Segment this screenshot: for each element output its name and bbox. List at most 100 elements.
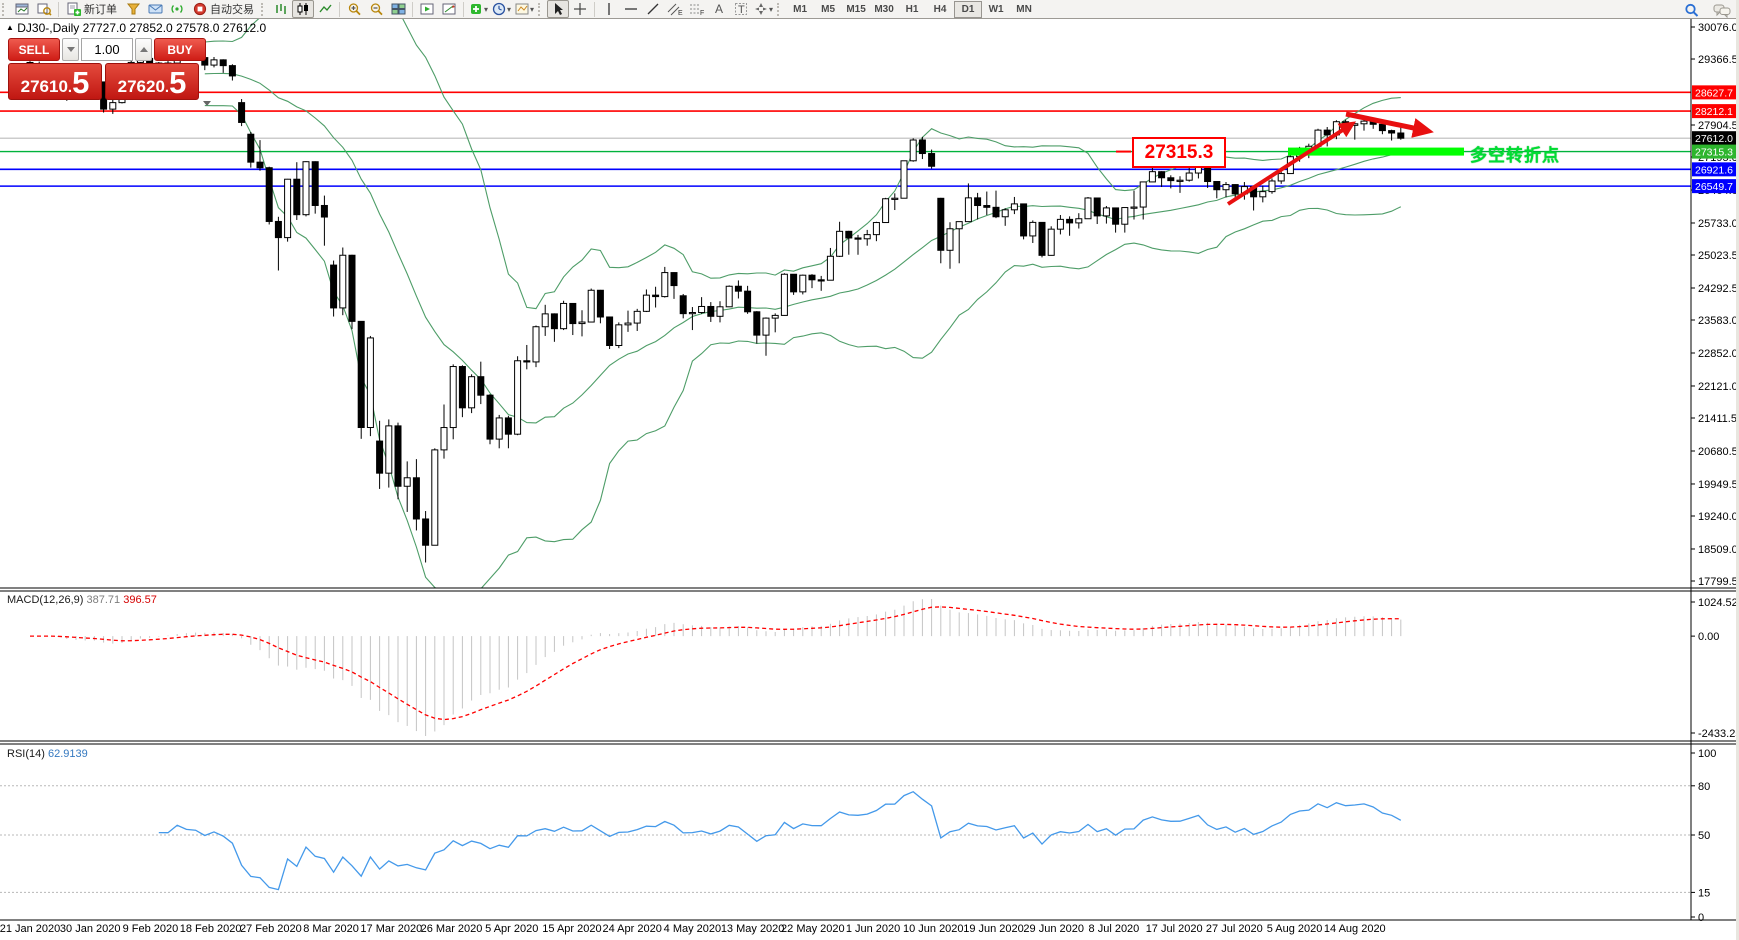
- signals-icon[interactable]: [166, 0, 188, 18]
- horizontal-line-tool-icon[interactable]: [620, 0, 642, 18]
- add-indicator-icon[interactable]: ▾: [467, 0, 490, 18]
- svg-text:22852.0: 22852.0: [1698, 348, 1738, 360]
- toolbar: 新订单 自动交易 ▾ ▾ ▾ E F A T ▾: [0, 0, 1739, 19]
- buy-price-main: 27620: [118, 76, 165, 97]
- history-center-icon[interactable]: [122, 0, 144, 18]
- auto-trading-label: 自动交易: [210, 1, 254, 17]
- chat-icon[interactable]: [1711, 1, 1733, 19]
- macd-label: MACD(12,26,9) 387.71 396.57: [7, 594, 157, 606]
- svg-text:25733.0: 25733.0: [1698, 218, 1738, 230]
- macd-name: MACD(12,26,9): [7, 594, 83, 606]
- svg-text:26 Mar 2020: 26 Mar 2020: [421, 923, 483, 935]
- timeframe-m30-button[interactable]: M30: [870, 1, 898, 18]
- search-icon[interactable]: [1681, 1, 1703, 19]
- svg-text:E: E: [678, 10, 683, 16]
- svg-text:100: 100: [1698, 748, 1716, 760]
- svg-text:19240.0: 19240.0: [1698, 511, 1738, 523]
- timeframe-d1-button[interactable]: D1: [954, 1, 982, 18]
- svg-text:18509.0: 18509.0: [1698, 544, 1738, 556]
- buy-price-display[interactable]: 27620.5: [105, 63, 199, 100]
- macd-signal-value: 396.57: [123, 594, 157, 606]
- one-click-trading-panel: SELL BUY 27610.5 27620.5: [8, 38, 199, 100]
- svg-text:-2433.25: -2433.25: [1698, 728, 1739, 740]
- timeframe-m5-button[interactable]: M5: [814, 1, 842, 18]
- svg-text:22121.0: 22121.0: [1698, 381, 1738, 393]
- triangle-up-icon: [140, 47, 148, 52]
- text-label-tool-icon[interactable]: T: [730, 0, 752, 18]
- application-window: 30076.029366.527904.527195.026464.025733…: [0, 0, 1739, 940]
- svg-text:25023.5: 25023.5: [1698, 250, 1738, 262]
- vertical-line-tool-icon[interactable]: [598, 0, 620, 18]
- svg-text:24292.5: 24292.5: [1698, 283, 1738, 295]
- fibonacci-tool-icon[interactable]: F: [686, 0, 708, 18]
- timeframe-h1-button[interactable]: H1: [898, 1, 926, 18]
- svg-text:30076.0: 30076.0: [1698, 22, 1738, 34]
- svg-text:0: 0: [1698, 912, 1704, 924]
- svg-text:20680.5: 20680.5: [1698, 446, 1738, 458]
- rsi-value: 62.9139: [48, 748, 88, 760]
- svg-text:A: A: [715, 2, 723, 16]
- volume-decrease-button[interactable]: [62, 38, 79, 61]
- svg-text:29366.5: 29366.5: [1698, 54, 1738, 66]
- panel-collapse-icon[interactable]: [203, 101, 211, 106]
- new-chart-icon[interactable]: [11, 0, 33, 18]
- chevron-down-icon: ▾: [484, 5, 488, 14]
- chevron-down-icon: ▾: [530, 5, 534, 14]
- macd-main-value: 387.71: [86, 594, 120, 606]
- equidistant-channel-tool-icon[interactable]: E: [664, 0, 686, 18]
- svg-text:18 Feb 2020: 18 Feb 2020: [180, 923, 242, 935]
- chart-profiles-icon[interactable]: [33, 0, 55, 18]
- sell-button[interactable]: SELL: [8, 38, 60, 61]
- volume-input[interactable]: [81, 38, 133, 61]
- rsi-label: RSI(14) 62.9139: [7, 748, 88, 760]
- svg-text:29 Jun 2020: 29 Jun 2020: [1023, 923, 1084, 935]
- svg-text:28212.1: 28212.1: [1695, 106, 1733, 118]
- zoom-out-icon[interactable]: [365, 0, 387, 18]
- svg-text:50: 50: [1698, 830, 1710, 842]
- bar-chart-type-icon[interactable]: [270, 0, 292, 18]
- chevron-down-icon: ▾: [507, 5, 511, 14]
- svg-text:10 Jun 2020: 10 Jun 2020: [903, 923, 964, 935]
- new-order-button[interactable]: 新订单: [62, 0, 122, 18]
- svg-text:1 Jun 2020: 1 Jun 2020: [846, 923, 900, 935]
- toolbar-grip[interactable]: [2, 3, 7, 16]
- trendline-tool-icon[interactable]: [642, 0, 664, 18]
- template-icon[interactable]: ▾: [513, 0, 536, 18]
- timeframe-m15-button[interactable]: M15: [842, 1, 870, 18]
- candlestick-chart-type-icon[interactable]: [292, 0, 314, 18]
- triangle-down-icon: [67, 47, 75, 52]
- new-order-label: 新订单: [84, 1, 117, 17]
- volume-increase-button[interactable]: [135, 38, 152, 61]
- sell-price-main: 27610: [21, 76, 68, 97]
- pivot-point-annotation: 多空转折点: [1470, 141, 1560, 166]
- chevron-down-icon: ▾: [769, 5, 773, 14]
- timeframe-h4-button[interactable]: H4: [926, 1, 954, 18]
- svg-text:26921.6: 26921.6: [1695, 164, 1733, 176]
- svg-text:19 Jun 2020: 19 Jun 2020: [963, 923, 1024, 935]
- tester-visual-icon[interactable]: [438, 0, 460, 18]
- zoom-in-icon[interactable]: [343, 0, 365, 18]
- svg-text:15: 15: [1698, 887, 1710, 899]
- svg-text:8 Jul 2020: 8 Jul 2020: [1089, 923, 1140, 935]
- svg-text:27904.5: 27904.5: [1698, 120, 1738, 132]
- cursor-tool-icon[interactable]: [547, 0, 569, 18]
- svg-text:13 May 2020: 13 May 2020: [721, 923, 785, 935]
- svg-text:14 Aug 2020: 14 Aug 2020: [1324, 923, 1386, 935]
- tile-windows-icon[interactable]: [387, 0, 409, 18]
- svg-text:17 Jul 2020: 17 Jul 2020: [1146, 923, 1203, 935]
- timeframe-m1-button[interactable]: M1: [786, 1, 814, 18]
- strategy-tester-icon[interactable]: [416, 0, 438, 18]
- arrows-tool-icon[interactable]: ▾: [752, 0, 775, 18]
- text-tool-icon[interactable]: A: [708, 0, 730, 18]
- auto-trading-button[interactable]: 自动交易: [188, 0, 259, 18]
- sell-price-display[interactable]: 27610.5: [8, 63, 102, 100]
- crosshair-tool-icon[interactable]: [569, 0, 591, 18]
- timeframe-mn-button[interactable]: MN: [1010, 1, 1038, 18]
- symbol-marker-icon: ▲: [6, 23, 14, 32]
- line-chart-type-icon[interactable]: [314, 0, 336, 18]
- period-selector-icon[interactable]: ▾: [490, 0, 513, 18]
- timeframe-w1-button[interactable]: W1: [982, 1, 1010, 18]
- svg-text:5 Aug 2020: 5 Aug 2020: [1267, 923, 1323, 935]
- mailbox-icon[interactable]: [144, 0, 166, 18]
- buy-button[interactable]: BUY: [154, 38, 206, 61]
